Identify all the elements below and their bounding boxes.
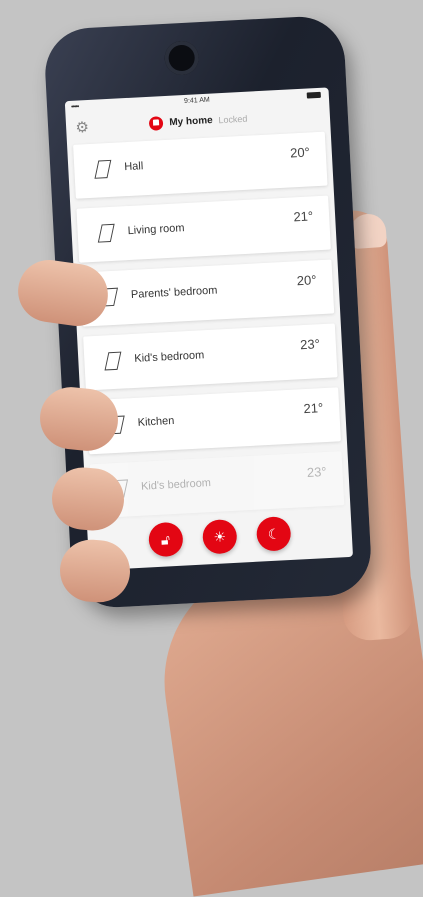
room-temperature: 20° [289,144,311,161]
room-name: Kid's bedroom [134,349,205,365]
room-temperature: 21° [293,208,314,225]
home-name: My home [169,115,213,129]
sun-icon: ☀ [213,528,227,546]
room-name: Kid's bedroom [140,477,212,493]
night-mode-button[interactable]: ☾ [256,515,293,552]
room-list: Hall 20° Living room 21° Parents' bedroo… [67,131,350,519]
photo-scene: ••••• 9:41 AM ⚙ My home Locked Hall 20° [0,0,423,897]
room-name: Hall [123,160,144,174]
home-status: Locked [218,113,248,126]
home-icon [148,116,163,131]
door-icon [104,351,122,371]
room-temperature: 23° [306,464,327,481]
room-name: Living room [127,222,185,238]
room-row-kids-bedroom-2[interactable]: Kid's bedroom 23° [89,451,345,519]
room-row-parents-bedroom[interactable]: Parents' bedroom 20° [79,259,335,327]
room-temperature: 21° [303,400,324,417]
room-temperature: 23° [299,336,321,353]
quick-actions: 🔓︎ ☀ ☾ [87,513,353,563]
battery-icon [306,91,321,99]
front-camera-icon [163,40,200,76]
moon-icon: ☾ [267,525,281,543]
room-name: Parents' bedroom [130,284,218,301]
day-mode-button[interactable]: ☀ [201,518,238,555]
room-name: Kitchen [137,414,175,429]
room-row-kids-bedroom[interactable]: Kid's bedroom 23° [83,323,338,391]
room-temperature: 20° [296,272,317,289]
door-icon [94,159,112,179]
unlock-icon: 🔓︎ [160,531,171,548]
room-row-living-room[interactable]: Living room 21° [76,195,331,263]
unlock-button[interactable]: 🔓︎ [147,521,184,558]
room-row-kitchen[interactable]: Kitchen 21° [86,387,341,455]
door-icon [97,223,115,243]
